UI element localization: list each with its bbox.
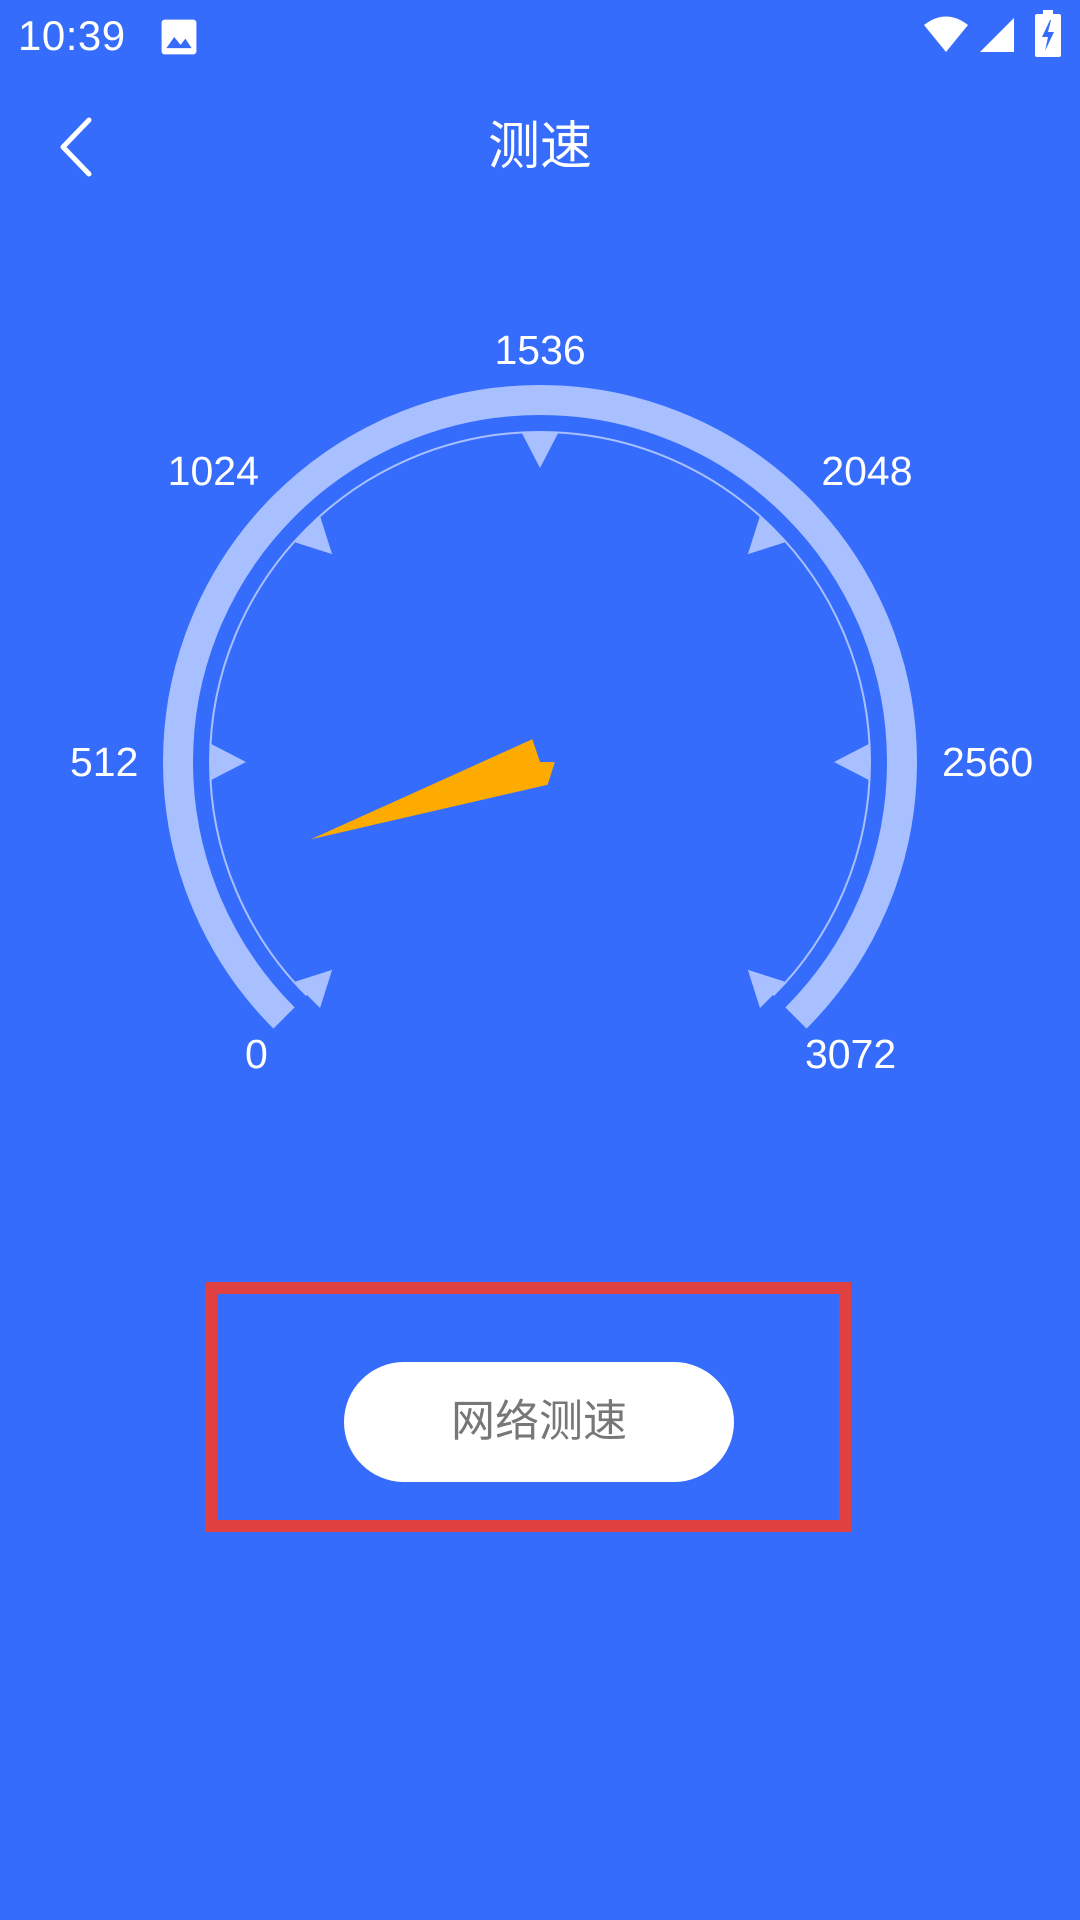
speed-gauge: 0 512 1024 1536 2048 2560 3072 [0, 300, 1080, 1100]
gauge-needle [310, 739, 555, 840]
gauge-tick-mark [834, 743, 870, 781]
wifi-icon [924, 16, 968, 52]
gauge-tick-label: 512 [70, 739, 139, 785]
gauge-tick-label: 2560 [942, 739, 1034, 785]
network-speed-test-button[interactable]: 网络测速 [344, 1362, 734, 1482]
gauge-tick-mark [210, 743, 246, 781]
battery-charging-icon [1035, 10, 1061, 57]
gauge-tick-label: 2048 [821, 447, 913, 494]
gauge-tick-label: 3072 [805, 1031, 897, 1077]
gauge-tick-label: 1024 [167, 447, 259, 494]
image-icon [161, 19, 197, 55]
speed-test-screen: 10:39 测速 0 512 1024 1536 2048 2560 3072 [0, 0, 1080, 1920]
status-time: 10:39 [18, 12, 126, 59]
gauge-tick-label: 0 [245, 1031, 268, 1077]
gauge-outer-arc [163, 385, 917, 1029]
gauge-tick-mark [521, 432, 559, 468]
signal-icon [980, 18, 1014, 52]
page-title: 测速 [487, 117, 592, 177]
gauge-dial [163, 385, 917, 1029]
gauge-tick-label: 1536 [494, 327, 586, 373]
app-bar: 测速 [0, 72, 1080, 222]
gauge-inner-arc [209, 431, 871, 997]
status-bar: 10:39 [0, 0, 1080, 72]
